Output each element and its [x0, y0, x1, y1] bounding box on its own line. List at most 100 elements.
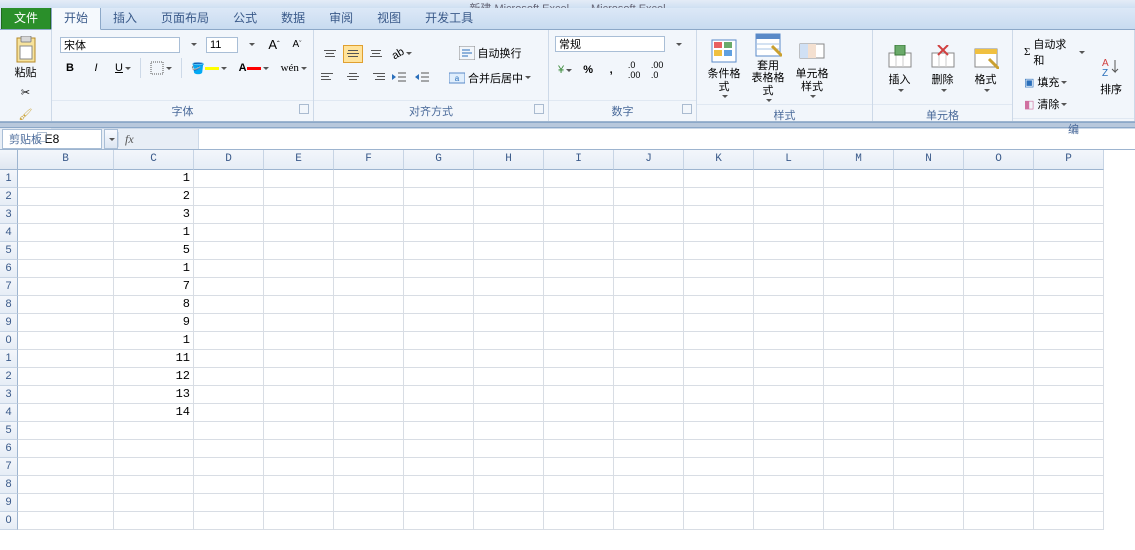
- cell[interactable]: 2: [114, 188, 194, 206]
- cell[interactable]: [614, 404, 684, 422]
- cell[interactable]: [824, 314, 894, 332]
- cell[interactable]: [334, 224, 404, 242]
- cell[interactable]: [18, 188, 114, 206]
- align-left-button[interactable]: [320, 68, 340, 86]
- cell[interactable]: [474, 188, 544, 206]
- tab-home[interactable]: 开始: [51, 5, 101, 30]
- cell[interactable]: [474, 458, 544, 476]
- cell[interactable]: [614, 170, 684, 188]
- cell[interactable]: [964, 278, 1034, 296]
- cell[interactable]: [474, 494, 544, 512]
- column-header[interactable]: D: [194, 150, 264, 170]
- cell[interactable]: [824, 242, 894, 260]
- cell[interactable]: [334, 296, 404, 314]
- cell[interactable]: [544, 242, 614, 260]
- cell[interactable]: [18, 458, 114, 476]
- cell[interactable]: [334, 242, 404, 260]
- cell[interactable]: [894, 422, 964, 440]
- cell[interactable]: [1034, 314, 1104, 332]
- cell[interactable]: [1034, 260, 1104, 278]
- cell[interactable]: [824, 296, 894, 314]
- cell[interactable]: [824, 188, 894, 206]
- cell[interactable]: [404, 440, 474, 458]
- cell[interactable]: [684, 476, 754, 494]
- cell[interactable]: [894, 476, 964, 494]
- cell[interactable]: [614, 368, 684, 386]
- cell[interactable]: [264, 224, 334, 242]
- cell[interactable]: [544, 350, 614, 368]
- cell[interactable]: [194, 386, 264, 404]
- row-header[interactable]: 4: [0, 224, 18, 242]
- cell[interactable]: [754, 242, 824, 260]
- cell[interactable]: [474, 404, 544, 422]
- percent-button[interactable]: %: [578, 60, 598, 80]
- cell[interactable]: [264, 386, 334, 404]
- cell[interactable]: [18, 260, 114, 278]
- cell[interactable]: [334, 494, 404, 512]
- cell[interactable]: [264, 512, 334, 530]
- cell[interactable]: [614, 476, 684, 494]
- cell[interactable]: [18, 386, 114, 404]
- cell[interactable]: [194, 332, 264, 350]
- tab-formulas[interactable]: 公式: [221, 6, 269, 29]
- cell[interactable]: [18, 242, 114, 260]
- cell[interactable]: [194, 350, 264, 368]
- column-header[interactable]: C: [114, 150, 194, 170]
- tab-file[interactable]: 文件: [1, 5, 51, 29]
- dialog-launcher-icon[interactable]: [37, 132, 47, 142]
- cell[interactable]: 8: [114, 296, 194, 314]
- cell[interactable]: [824, 494, 894, 512]
- cell[interactable]: [544, 224, 614, 242]
- cell[interactable]: [264, 476, 334, 494]
- cell[interactable]: [264, 206, 334, 224]
- cell[interactable]: [544, 206, 614, 224]
- cell[interactable]: [334, 332, 404, 350]
- cell[interactable]: [544, 422, 614, 440]
- cell[interactable]: [614, 242, 684, 260]
- cell[interactable]: [474, 332, 544, 350]
- cell[interactable]: [334, 350, 404, 368]
- row-header[interactable]: 5: [0, 422, 18, 440]
- cell[interactable]: [614, 188, 684, 206]
- cell[interactable]: [194, 170, 264, 188]
- cell[interactable]: [474, 278, 544, 296]
- insert-cells-button[interactable]: 插入: [879, 34, 920, 100]
- cell[interactable]: [264, 332, 334, 350]
- dialog-launcher-icon[interactable]: [534, 104, 544, 114]
- cell[interactable]: [334, 422, 404, 440]
- cell[interactable]: [754, 278, 824, 296]
- fill-color-button[interactable]: 🪣: [188, 58, 230, 78]
- cell[interactable]: [544, 332, 614, 350]
- cell[interactable]: [1034, 476, 1104, 494]
- orientation-button[interactable]: ab: [389, 44, 415, 64]
- cell[interactable]: [194, 296, 264, 314]
- cell[interactable]: [334, 512, 404, 530]
- cell[interactable]: [404, 206, 474, 224]
- column-header[interactable]: K: [684, 150, 754, 170]
- cell[interactable]: [964, 476, 1034, 494]
- cell[interactable]: [404, 512, 474, 530]
- cell[interactable]: [18, 314, 114, 332]
- cell[interactable]: [754, 206, 824, 224]
- cell[interactable]: [964, 332, 1034, 350]
- cell[interactable]: [1034, 224, 1104, 242]
- cell[interactable]: [824, 512, 894, 530]
- cell[interactable]: [894, 368, 964, 386]
- cell[interactable]: [894, 332, 964, 350]
- tab-developer[interactable]: 开发工具: [413, 6, 485, 29]
- sort-filter-button[interactable]: AZ 排序: [1094, 41, 1128, 107]
- cell[interactable]: [264, 260, 334, 278]
- cell[interactable]: [684, 206, 754, 224]
- worksheet[interactable]: 12345678901234567890 BCDEFGHIJKLMNOP 123…: [0, 150, 1135, 550]
- cell[interactable]: [264, 314, 334, 332]
- cell[interactable]: [964, 296, 1034, 314]
- cell[interactable]: [1034, 170, 1104, 188]
- cell[interactable]: [114, 512, 194, 530]
- cell[interactable]: [824, 224, 894, 242]
- row-header[interactable]: 1: [0, 350, 18, 368]
- cell[interactable]: [964, 206, 1034, 224]
- cell[interactable]: [754, 476, 824, 494]
- cell[interactable]: [194, 368, 264, 386]
- increase-font-button[interactable]: Aˆ: [264, 34, 284, 55]
- cell[interactable]: [1034, 350, 1104, 368]
